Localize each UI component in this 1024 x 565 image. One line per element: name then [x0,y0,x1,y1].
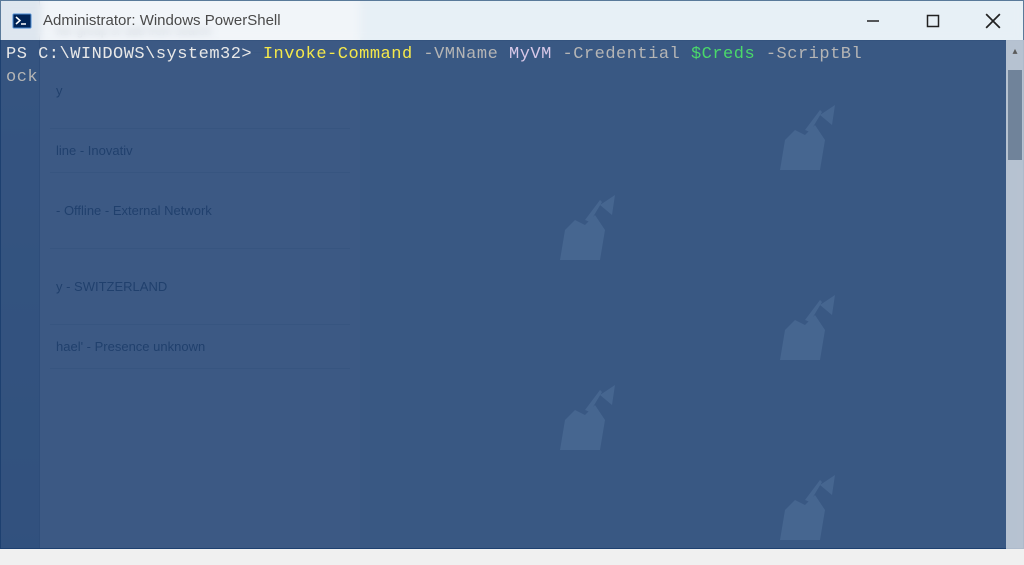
prompt-text: PS C:\WINDOWS\system32> [6,45,252,64]
maximize-button[interactable] [903,1,963,41]
terminal-body[interactable] [0,40,1024,549]
terminal-content[interactable]: PS C:\WINDOWS\system32> Invoke-Command -… [6,44,1004,90]
minimize-button[interactable] [843,1,903,41]
close-button[interactable] [963,1,1023,41]
terminal-scrollbar[interactable]: ▴ [1006,40,1024,549]
arg-vmname: MyVM [509,45,552,64]
cmdlet-text: Invoke-Command [263,45,413,64]
var-creds: $Creds [691,45,755,64]
scroll-thumb[interactable] [1008,70,1022,160]
titlebar[interactable]: Administrator: Windows PowerShell [1,1,1023,41]
scroll-up-icon[interactable]: ▴ [1006,46,1024,57]
param-scriptblock-2: ock [6,68,38,87]
window-controls [843,1,1023,41]
window-title: Administrator: Windows PowerShell [43,12,281,29]
param-vmname: -VMName [423,45,498,64]
param-scriptblock-1: -ScriptBl [766,45,862,64]
powershell-icon [11,10,33,32]
param-credential: -Credential [563,45,681,64]
